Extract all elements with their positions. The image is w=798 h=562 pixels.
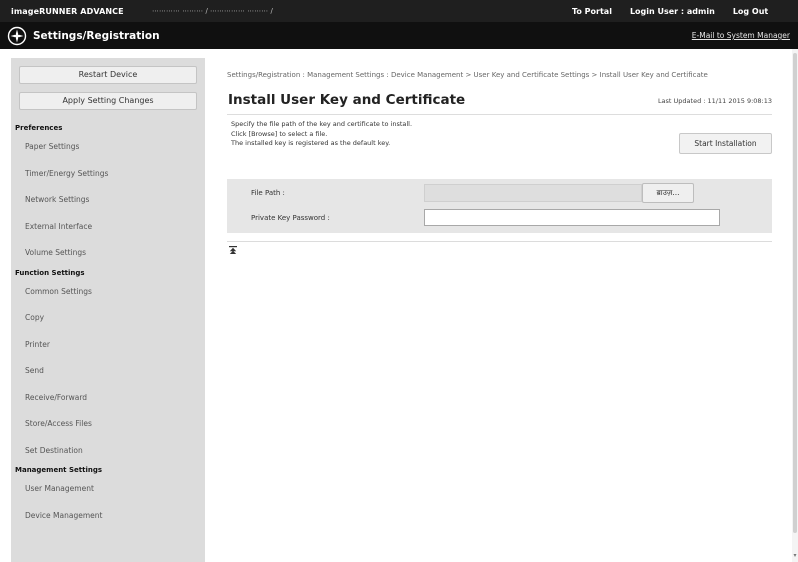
sidebar-item-receive-forward[interactable]: Receive/Forward <box>11 385 205 412</box>
instruction-line: Click [Browse] to select a file. <box>231 129 328 138</box>
sidebar-item-paper-settings[interactable]: Paper Settings <box>11 134 205 161</box>
breadcrumb: Settings/Registration : Management Setti… <box>227 71 708 79</box>
logout-link[interactable]: Log Out <box>733 7 768 16</box>
back-to-top-icon[interactable] <box>229 246 237 254</box>
page-title: Install User Key and Certificate <box>228 92 466 108</box>
page-scrollbar[interactable]: ▾ <box>792 49 798 562</box>
sidebar-item-copy[interactable]: Copy <box>11 305 205 332</box>
restart-device-button[interactable]: Restart Device <box>19 66 197 84</box>
login-user-label: Login User : <box>629 6 685 16</box>
instruction-line: The installed key is registered as the d… <box>231 139 391 147</box>
top-links: To Portal Login User : admin Log Out <box>572 7 774 16</box>
page-header: Install User Key and Certificate Last Up… <box>227 92 772 114</box>
browse-button[interactable]: ब्राउज़... <box>642 183 694 203</box>
sidebar-item-device-management[interactable]: Device Management <box>11 503 205 530</box>
install-form: File Path : ब्राउज़... Private Key Passw… <box>227 179 772 233</box>
sidebar-item-set-destination[interactable]: Set Destination <box>11 438 205 465</box>
instruction-line: Specify the file path of the key and cer… <box>231 120 413 128</box>
sidebar-item-external-interface[interactable]: External Interface <box>11 214 205 241</box>
sidebar-item-store-access-files[interactable]: Store/Access Files <box>11 411 205 438</box>
sidebar-section-preferences: Preferences <box>15 124 63 132</box>
device-path: ⋯⋯⋯⋯ ⋯⋯⋯ / ⋯⋯⋯⋯⋯ ⋯⋯⋯ / <box>152 7 273 15</box>
title-bar: Settings/Registration E-Mail to System M… <box>0 22 798 49</box>
scrollbar-thumb[interactable] <box>793 53 797 533</box>
sidebar: Restart Device Apply Setting Changes Pre… <box>11 58 205 562</box>
sidebar-item-timer-energy-settings[interactable]: Timer/Energy Settings <box>11 161 205 188</box>
sidebar-item-volume-settings[interactable]: Volume Settings <box>11 240 205 267</box>
top-bar: imageRUNNER ADVANCE ⋯⋯⋯⋯ ⋯⋯⋯ / ⋯⋯⋯⋯⋯ ⋯⋯⋯… <box>0 0 798 22</box>
app-title: Settings/Registration <box>33 29 160 42</box>
main-content: Settings/Registration : Management Setti… <box>227 58 772 254</box>
content-divider <box>227 241 772 242</box>
start-installation-button[interactable]: Start Installation <box>679 133 772 154</box>
sidebar-item-printer[interactable]: Printer <box>11 332 205 359</box>
sidebar-item-send[interactable]: Send <box>11 358 205 385</box>
scroll-down-icon[interactable]: ▾ <box>792 553 798 559</box>
to-portal-link[interactable]: To Portal <box>572 7 612 16</box>
sidebar-section-management-settings: Management Settings <box>15 466 103 474</box>
sidebar-section-function-settings: Function Settings <box>15 268 85 277</box>
file-path-field[interactable] <box>424 184 642 202</box>
login-user-name: admin <box>686 6 715 16</box>
sidebar-item-common-settings[interactable]: Common Settings <box>11 279 205 306</box>
email-system-manager-link[interactable]: E-Mail to System Manager <box>692 31 790 40</box>
settings-registration-icon <box>7 26 27 45</box>
private-key-password-row: Private Key Password : <box>227 206 772 231</box>
title-divider <box>227 114 772 115</box>
sidebar-item-user-management[interactable]: User Management <box>11 476 205 503</box>
file-path-row: File Path : ब्राउज़... <box>227 181 772 206</box>
private-key-password-label: Private Key Password : <box>251 214 330 222</box>
sidebar-item-network-settings[interactable]: Network Settings <box>11 187 205 214</box>
private-key-password-input[interactable] <box>424 209 720 226</box>
instructions: Specify the file path of the key and cer… <box>227 120 627 149</box>
product-name: imageRUNNER ADVANCE <box>11 6 124 16</box>
apply-setting-changes-button[interactable]: Apply Setting Changes <box>19 92 197 110</box>
login-user: Login User : admin <box>630 7 715 16</box>
last-updated-timestamp: Last Updated : 11/11 2015 9:08:13 <box>657 97 772 105</box>
file-path-label: File Path : <box>251 189 285 197</box>
